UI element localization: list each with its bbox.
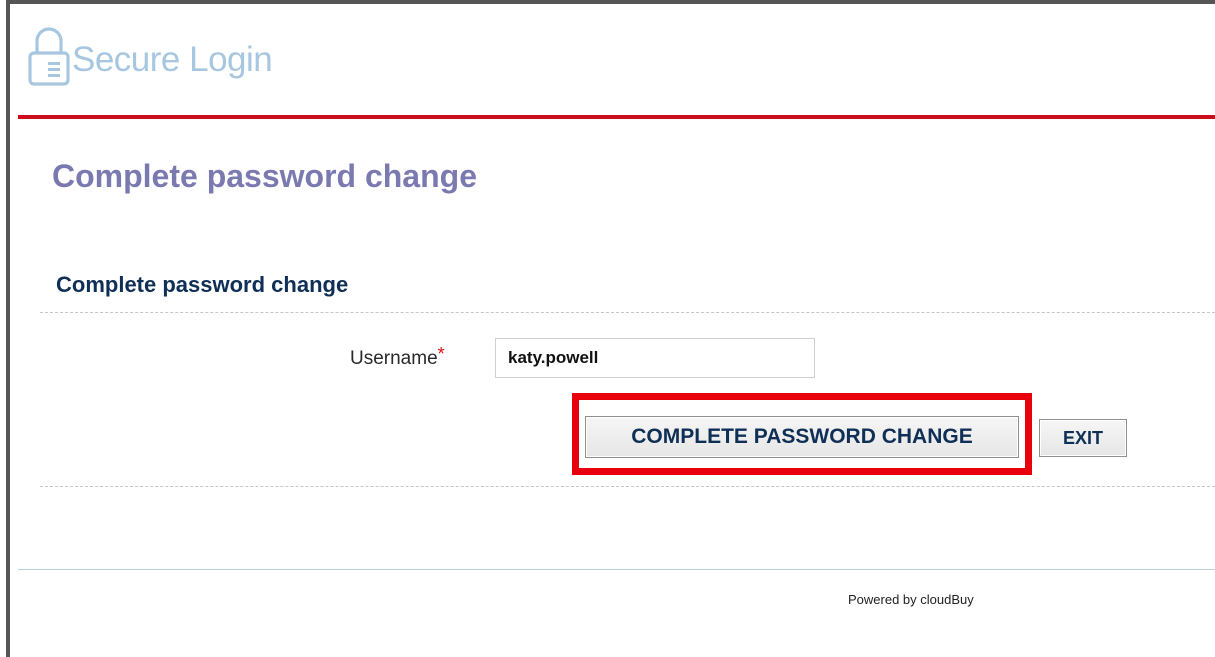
username-input[interactable] <box>495 338 815 378</box>
header: Secure Login <box>22 18 1215 118</box>
brand-text: Secure Login <box>72 40 273 79</box>
exit-button[interactable]: EXIT <box>1039 419 1127 457</box>
powered-by-text: Powered by cloudBuy <box>848 592 974 607</box>
section-title: Complete password change <box>56 272 349 297</box>
window-frame-left <box>6 0 10 657</box>
window-frame-top <box>6 0 1215 4</box>
page-title: Complete password change <box>52 158 477 194</box>
section-divider-top <box>40 312 1215 313</box>
logo: Secure Login <box>28 24 273 86</box>
footer-divider <box>18 569 1215 570</box>
username-label-text: Username <box>350 348 438 369</box>
required-marker: * <box>437 344 445 364</box>
section-divider-bottom <box>40 486 1215 487</box>
username-label: Username* <box>350 344 445 370</box>
lock-icon <box>28 27 70 86</box>
complete-password-change-button[interactable]: COMPLETE PASSWORD CHANGE <box>585 416 1019 458</box>
header-divider <box>18 115 1215 119</box>
